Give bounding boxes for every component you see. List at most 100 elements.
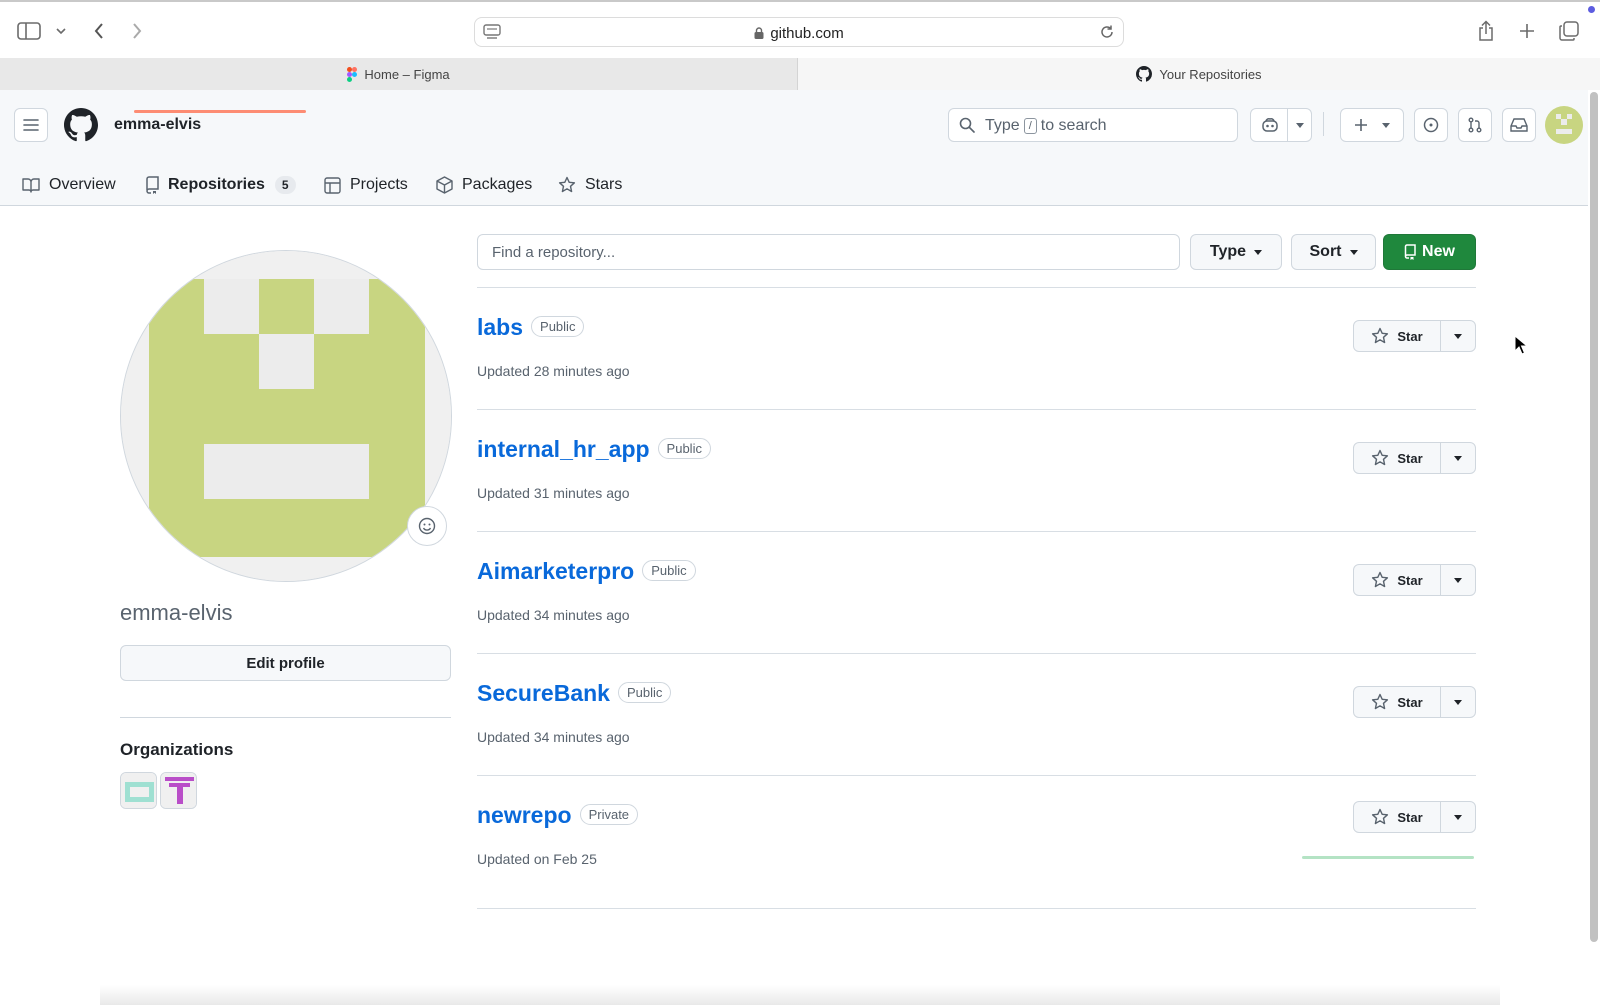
tab-label: Your Repositories (1159, 66, 1262, 82)
new-repository-button[interactable]: New (1383, 234, 1476, 270)
menu-button[interactable] (14, 108, 48, 142)
tab-projects-label: Projects (350, 176, 408, 193)
repo-name[interactable]: internal_hr_app (477, 436, 650, 462)
repo-updated-time: Updated 31 minutes ago (477, 485, 630, 501)
star-button-group: Star (1353, 564, 1476, 596)
star-button[interactable]: Star (1354, 321, 1441, 351)
edit-profile-button[interactable]: Edit profile (120, 645, 451, 681)
star-button[interactable]: Star (1354, 565, 1441, 595)
star-icon (1372, 449, 1389, 466)
repo-icon (146, 176, 159, 194)
browser-toolbar: github.com (0, 0, 1600, 58)
star-button[interactable]: Star (1354, 443, 1441, 473)
figma-icon (347, 66, 358, 82)
github-logo[interactable] (64, 108, 98, 147)
repo-name-link[interactable]: internal_hr_app Public (477, 436, 711, 463)
new-tab-plus-icon[interactable] (1514, 18, 1540, 44)
star-button[interactable]: Star (1354, 687, 1441, 717)
star-label: Star (1397, 450, 1423, 466)
profile-avatar[interactable] (120, 250, 452, 582)
repo-name[interactable]: newrepo (477, 802, 572, 828)
visibility-badge: Public (617, 682, 672, 703)
tab-figma[interactable]: Home – Figma (0, 58, 798, 90)
repo-updated-time: Updated 34 minutes ago (477, 607, 630, 623)
repo-name[interactable]: labs (477, 314, 523, 340)
sort-button[interactable]: Sort (1291, 234, 1376, 270)
plus-icon (1355, 119, 1367, 131)
repo-updated-time: Updated on Feb 25 (477, 851, 597, 867)
set-status-button[interactable] (407, 506, 447, 546)
tab-repositories-label: Repositories (168, 176, 265, 193)
organization-avatar[interactable] (160, 772, 197, 809)
reload-icon[interactable] (1099, 24, 1115, 45)
selected-tab-underline (134, 110, 306, 113)
tab-stars[interactable]: Stars (558, 164, 622, 206)
repo-name-link[interactable]: SecureBank Public (477, 680, 672, 707)
chevron-down-icon (1454, 577, 1462, 583)
visibility-badge: Public (657, 438, 711, 459)
repo-list-item: labs Public Updated 28 minutes ago Star (477, 288, 1476, 410)
type-filter-button[interactable]: Type (1190, 234, 1282, 270)
star-list-dropdown[interactable] (1441, 565, 1475, 595)
find-repository-input[interactable] (477, 234, 1180, 270)
search-suffix: to search (1040, 117, 1107, 134)
url-text: github.com (770, 25, 844, 42)
issues-button[interactable] (1414, 108, 1448, 142)
copilot-dropdown-caret[interactable] (1287, 109, 1311, 141)
star-label: Star (1397, 694, 1423, 710)
tab-repositories[interactable]: Repositories 5 (145, 164, 296, 206)
copilot-button[interactable] (1250, 108, 1312, 142)
repo-name[interactable]: SecureBank (477, 680, 610, 706)
star-list-dropdown[interactable] (1441, 321, 1475, 351)
star-label: Star (1397, 809, 1423, 825)
sort-label: Sort (1309, 243, 1342, 260)
tab-overview[interactable]: Overview (22, 164, 116, 206)
smiley-icon (418, 517, 436, 535)
share-icon[interactable] (1473, 18, 1499, 44)
star-button-group: Star (1353, 442, 1476, 474)
inbox-button[interactable] (1502, 108, 1536, 142)
tab-overview-icon[interactable] (1556, 18, 1582, 44)
user-avatar[interactable] (1545, 106, 1583, 144)
repo-name-link[interactable]: Aimarketerpro Public (477, 558, 696, 585)
repo-name-link[interactable]: newrepo Private (477, 802, 639, 829)
page-scrollbar[interactable] (1590, 92, 1598, 942)
owner-name[interactable]: emma-elvis (114, 116, 201, 134)
github-icon (1136, 66, 1153, 82)
search-icon (959, 117, 975, 138)
profile-nav: Overview Repositories 5 Projects Package… (0, 164, 1588, 206)
bottom-fade (100, 985, 1500, 1005)
chevron-down-icon (1454, 455, 1462, 461)
search-shortcut-key: / (1023, 118, 1037, 134)
tab-your-repositories[interactable]: Your Repositories (798, 58, 1600, 90)
repo-name-link[interactable]: labs Public (477, 314, 585, 341)
search-input[interactable]: Type / to search (948, 108, 1238, 142)
tab-projects[interactable]: Projects (324, 164, 408, 206)
back-arrow-icon[interactable] (86, 18, 112, 44)
chevron-down-icon (1254, 249, 1263, 255)
search-prefix: Type (985, 117, 1020, 134)
star-list-dropdown[interactable] (1441, 802, 1475, 832)
tab-label: Home – Figma (364, 66, 450, 82)
star-icon (1372, 327, 1389, 344)
copilot-icon (1262, 118, 1278, 132)
create-new-button[interactable] (1340, 108, 1404, 142)
organization-avatar[interactable] (120, 772, 157, 809)
sidebar-toggle-icon[interactable] (16, 18, 42, 44)
tab-bar: Home – Figma Your Repositories (0, 58, 1600, 90)
address-bar[interactable]: github.com (474, 17, 1124, 47)
repo-list-item: Aimarketerpro Public Updated 34 minutes a… (477, 532, 1476, 654)
forward-arrow-icon[interactable] (124, 18, 150, 44)
star-button[interactable]: Star (1354, 802, 1441, 832)
star-list-dropdown[interactable] (1441, 687, 1475, 717)
chevron-down-icon[interactable] (48, 18, 74, 44)
tab-packages[interactable]: Packages (436, 164, 532, 206)
profile-username: emma-elvis (120, 600, 233, 625)
repo-list-item: newrepo Private Updated on Feb 25 Star (477, 776, 1476, 898)
pull-requests-button[interactable] (1458, 108, 1492, 142)
repo-name[interactable]: Aimarketerpro (477, 558, 634, 584)
notification-dot (1588, 6, 1595, 13)
activity-sparkline (1302, 856, 1474, 859)
star-list-dropdown[interactable] (1441, 443, 1475, 473)
repo-updated-time: Updated 34 minutes ago (477, 729, 630, 745)
